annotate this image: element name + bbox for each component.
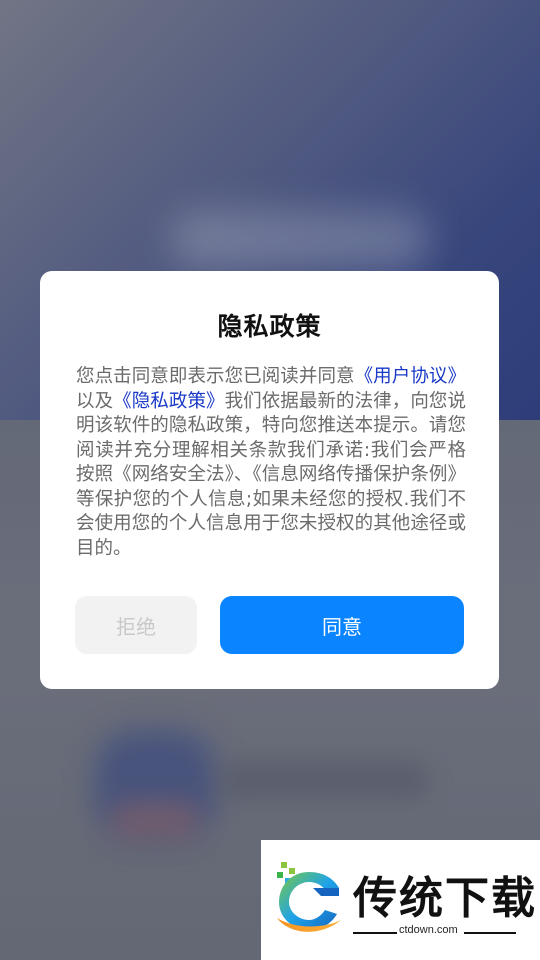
body-text-part: 以及 [76, 390, 114, 412]
watermark-brand: 传统下载 [353, 873, 537, 924]
dialog-body-text: 您点击同意即表示您已阅读并同意《用户协议》以及《隐私政策》我们依据最新的法律，向… [76, 365, 466, 561]
divider [464, 932, 516, 934]
body-text-part: 我们依据最新的法律，向您说明该软件的隐私政策，特向您推送本提示。请您阅读并充分理… [76, 390, 466, 559]
watermark: 传统下载 ctdown.com [261, 840, 540, 960]
watermark-url: ctdown.com [399, 924, 458, 936]
privacy-policy-link[interactable]: 《隐私政策》 [113, 391, 224, 412]
brand-logo-icon [277, 862, 341, 932]
dialog-title: 隐私政策 [217, 312, 322, 341]
privacy-policy-dialog: 隐私政策 您点击同意即表示您已阅读并同意《用户协议》以及《隐私政策》我们依据最新… [40, 271, 499, 689]
body-text-part: 您点击同意即表示您已阅读并同意 [76, 366, 355, 387]
reject-button[interactable]: 拒绝 [75, 596, 197, 654]
agree-button[interactable]: 同意 [220, 596, 464, 654]
user-agreement-link[interactable]: 《用户协议》 [355, 366, 466, 387]
divider [353, 932, 397, 934]
